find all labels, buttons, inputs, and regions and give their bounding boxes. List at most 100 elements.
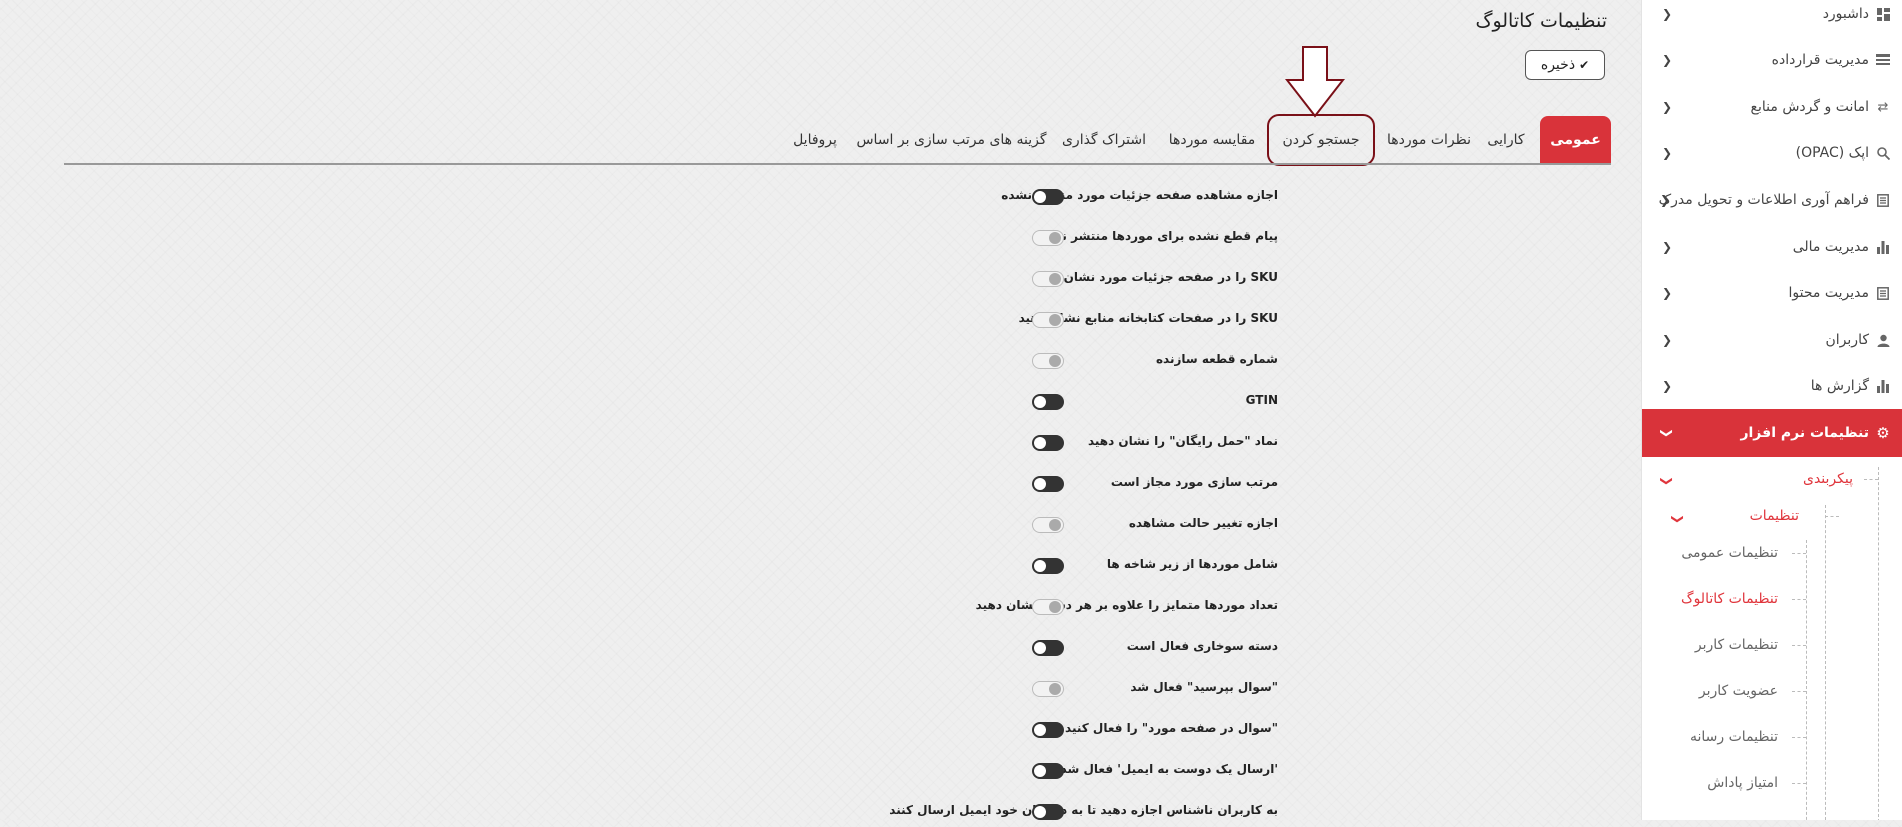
setting-toggle[interactable] xyxy=(1032,435,1064,451)
toggle-knob xyxy=(1049,601,1061,613)
setting-row: "سوال در صفحه مورد" را فعال کنید xyxy=(0,715,1600,745)
setting-label: تعداد موردها متمایز را علاوه بر هر دسته … xyxy=(975,598,1278,612)
sidebar-item-users[interactable]: ❯ کاربران xyxy=(1642,317,1902,363)
page-title: تنظیمات کاتالوگ xyxy=(1475,10,1607,32)
setting-row: "سوال بپرسید" فعال شد xyxy=(0,674,1600,704)
setting-row: مرتب سازی مورد مجاز است xyxy=(0,469,1600,499)
setting-toggle[interactable] xyxy=(1032,599,1064,615)
tree-connector xyxy=(1825,516,1839,517)
toggle-knob xyxy=(1034,724,1046,736)
setting-row: تعداد موردها متمایز را علاوه بر هر دسته … xyxy=(0,592,1600,622)
sidebar-sub-catalog-settings[interactable]: تنظیمات کاتالوگ xyxy=(1681,587,1778,611)
setting-toggle[interactable] xyxy=(1032,681,1064,697)
tree-line xyxy=(1878,467,1879,820)
toggle-knob xyxy=(1049,519,1061,531)
tree-connector xyxy=(1792,645,1806,646)
setting-row: پیام قطع نشده برای موردها منتشر نشده xyxy=(0,223,1600,253)
setting-row: اجازه مشاهده صفحه جزئیات مورد منتشر نشده xyxy=(0,182,1600,212)
setting-row: SKU را در صفحه جزئیات مورد نشان دهید xyxy=(0,264,1600,294)
setting-toggle[interactable] xyxy=(1032,271,1064,287)
sidebar-sub-user-settings[interactable]: تنظیمات کاربر xyxy=(1695,633,1778,657)
dashboard-icon xyxy=(1875,6,1891,22)
sidebar-item-dashboard[interactable]: ❯ داشبورد xyxy=(1642,0,1902,37)
chevron-right-icon: ❯ xyxy=(1662,286,1673,300)
tree-connector xyxy=(1792,737,1806,738)
sidebar-item-circulation[interactable]: ❯ امانت و گردش منابع ⇄ xyxy=(1642,84,1902,130)
tab-search[interactable]: جستجو کردن xyxy=(1267,114,1375,166)
setting-row: شماره قطعه سازنده xyxy=(0,346,1600,376)
setting-label: GTIN xyxy=(1245,393,1278,407)
toggle-knob xyxy=(1034,478,1046,490)
setting-toggle[interactable] xyxy=(1032,517,1064,533)
tree-connector xyxy=(1864,479,1878,480)
search-icon xyxy=(1875,145,1891,161)
tab-item-reviews[interactable]: نظرات موردها xyxy=(1383,116,1475,164)
report-icon xyxy=(1875,378,1891,394)
tab-divider xyxy=(64,163,1611,165)
sidebar-item-finance[interactable]: ❯ مدیریت مالی xyxy=(1642,224,1902,270)
tab-compare-items[interactable]: مقایسه موردها xyxy=(1162,116,1262,164)
setting-toggle[interactable] xyxy=(1032,189,1064,205)
tree-connector xyxy=(1792,599,1806,600)
chevron-right-icon: ❯ xyxy=(1662,333,1673,347)
sidebar-sub-general-settings[interactable]: تنظیمات عمومی xyxy=(1681,541,1778,565)
chevron-right-icon: ❯ xyxy=(1662,100,1673,114)
setting-toggle[interactable] xyxy=(1032,763,1064,779)
down-arrow-annotation-icon xyxy=(1285,46,1345,118)
toggle-knob xyxy=(1034,560,1046,572)
tab-performance[interactable]: کارایی xyxy=(1478,116,1534,164)
setting-toggle[interactable] xyxy=(1032,640,1064,656)
tree-connector xyxy=(1792,691,1806,692)
chevron-down-icon: ❯ xyxy=(1671,513,1686,525)
save-button[interactable]: ذخیره ✔ xyxy=(1525,50,1605,80)
tree-connector xyxy=(1792,783,1806,784)
circulation-icon: ⇄ xyxy=(1877,99,1889,115)
sidebar-sub-media-settings[interactable]: تنظیمات رسانه xyxy=(1690,725,1778,749)
setting-toggle[interactable] xyxy=(1032,558,1064,574)
sidebar-item-content[interactable]: ❯ مدیریت محتوا xyxy=(1642,270,1902,316)
toggle-knob xyxy=(1034,806,1046,818)
tree-line xyxy=(1825,505,1826,820)
toggle-knob xyxy=(1049,314,1061,326)
toggle-knob xyxy=(1034,191,1046,203)
sidebar-sub-membership[interactable]: عضویت کاربر xyxy=(1699,679,1778,703)
toggle-knob xyxy=(1049,683,1061,695)
setting-row: دسته سوخاری فعال است xyxy=(0,633,1600,663)
tab-profile[interactable]: پروفایل xyxy=(782,116,848,164)
setting-toggle[interactable] xyxy=(1032,804,1064,820)
setting-row: اجازه تغییر حالت مشاهده xyxy=(0,510,1600,540)
sidebar-sub-reward-points[interactable]: امتیاز پاداش xyxy=(1707,771,1778,795)
setting-label: SKU را در صفحه جزئیات مورد نشان دهید xyxy=(1033,270,1278,284)
chevron-right-icon: ❯ xyxy=(1662,7,1673,21)
sidebar-item-reports[interactable]: ❯ گزارش ها xyxy=(1642,363,1902,409)
sidebar: ❯ داشبورد ❯ مدیریت قرارداده ❯ امانت و گر… xyxy=(1641,0,1902,820)
toggle-knob xyxy=(1034,396,1046,408)
setting-label: شامل موردها از زیر شاخه ها xyxy=(1106,557,1278,571)
setting-label: پیام قطع نشده برای موردها منتشر نشده xyxy=(1036,229,1278,243)
setting-row: SKU را در صفحات کتابخانه منابع نشان دهید xyxy=(0,305,1600,335)
sidebar-item-software-settings[interactable]: ❯ تنظیمات نرم افزار ⚙ xyxy=(1642,409,1902,457)
setting-toggle[interactable] xyxy=(1032,312,1064,328)
chevron-right-icon: ❯ xyxy=(1662,379,1673,393)
sidebar-sub-settings[interactable]: تنظیمات xyxy=(1750,504,1799,528)
sidebar-item-acquisition[interactable]: ❯ فراهم آوری اطلاعات و تحویل مدرک xyxy=(1642,177,1902,223)
sidebar-sub-config[interactable]: پیکربندی xyxy=(1803,467,1853,491)
contract-icon xyxy=(1875,52,1891,68)
toggle-knob xyxy=(1049,355,1061,367)
tab-general[interactable]: عمومی xyxy=(1540,116,1611,164)
toggle-knob xyxy=(1049,273,1061,285)
setting-toggle[interactable] xyxy=(1032,230,1064,246)
gear-icon: ⚙ xyxy=(1876,424,1890,442)
toggle-knob xyxy=(1034,765,1046,777)
sidebar-item-contracts[interactable]: ❯ مدیریت قرارداده xyxy=(1642,37,1902,83)
setting-toggle[interactable] xyxy=(1032,722,1064,738)
setting-toggle[interactable] xyxy=(1032,394,1064,410)
setting-row: نماد "حمل رایگان" را نشان دهید xyxy=(0,428,1600,458)
setting-toggle[interactable] xyxy=(1032,476,1064,492)
setting-label: شماره قطعه سازنده xyxy=(1155,352,1278,366)
tab-sort-options[interactable]: گزینه های مرتب سازی بر اساس xyxy=(855,116,1048,164)
setting-toggle[interactable] xyxy=(1032,353,1064,369)
sidebar-item-opac[interactable]: ❯ اپک (OPAC) xyxy=(1642,130,1902,176)
chevron-down-icon: ❯ xyxy=(1660,427,1675,439)
tab-sharing[interactable]: اشتراک گذاری xyxy=(1054,116,1154,164)
